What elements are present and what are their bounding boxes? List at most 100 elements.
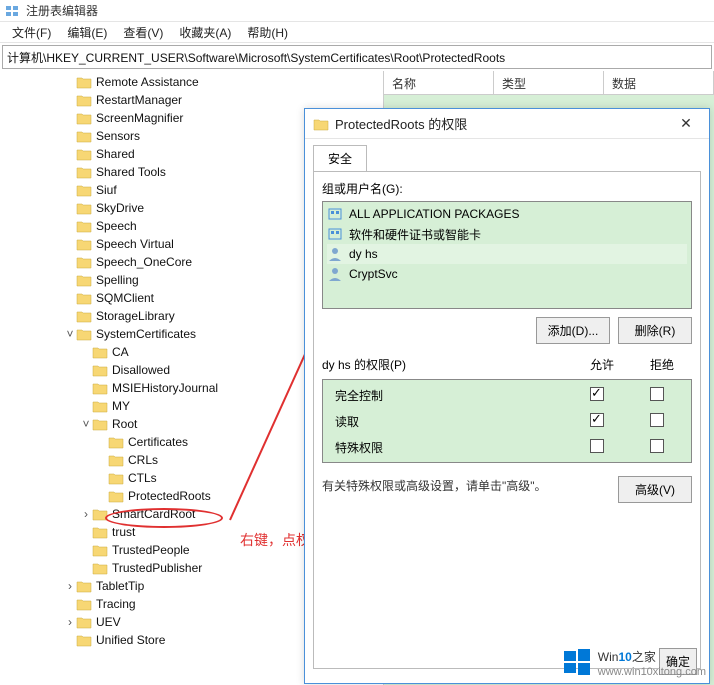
tree-label: SQMClient bbox=[96, 291, 154, 305]
tab-container: 安全 组或用户名(G): ALL APPLICATION PACKAGES 软件和… bbox=[313, 145, 701, 669]
tree-label: MSIEHistoryJournal bbox=[112, 381, 218, 395]
app-icon bbox=[4, 3, 20, 19]
perm-label-text: dy hs 的权限(P) bbox=[322, 356, 572, 373]
user-buttons: 添加(D)... 删除(R) bbox=[322, 317, 692, 344]
close-icon[interactable]: ✕ bbox=[671, 115, 701, 132]
tree-label: SystemCertificates bbox=[96, 327, 196, 341]
dialog-titlebar: ProtectedRoots 的权限 ✕ bbox=[305, 109, 709, 139]
tree-label: Remote Assistance bbox=[96, 75, 199, 89]
remove-button[interactable]: 删除(R) bbox=[618, 317, 692, 344]
deny-checkbox[interactable] bbox=[650, 439, 664, 453]
folder-icon bbox=[92, 543, 108, 557]
tab-security[interactable]: 安全 bbox=[313, 145, 367, 171]
expander-icon[interactable]: ˅ bbox=[80, 417, 92, 431]
add-button[interactable]: 添加(D)... bbox=[536, 317, 610, 344]
brand-text: Win10之家 bbox=[598, 645, 656, 665]
allow-checkbox[interactable] bbox=[590, 387, 604, 401]
tree-label: ProtectedRoots bbox=[128, 489, 211, 503]
menu-file[interactable]: 文件(F) bbox=[4, 22, 59, 43]
tree-label: RestartManager bbox=[96, 93, 182, 107]
tab-strip: 安全 bbox=[313, 145, 701, 171]
tree-label: Sensors bbox=[96, 129, 140, 143]
menu-view[interactable]: 查看(V) bbox=[115, 22, 171, 43]
tree-label: Speech bbox=[96, 219, 137, 233]
folder-icon bbox=[76, 291, 92, 305]
folder-icon bbox=[108, 453, 124, 467]
menu-edit[interactable]: 编辑(E) bbox=[59, 22, 115, 43]
tree-item-remote-assistance[interactable]: Remote Assistance bbox=[16, 73, 383, 91]
dialog-title-text: ProtectedRoots 的权限 bbox=[335, 114, 671, 133]
folder-icon bbox=[92, 363, 108, 377]
user-row[interactable]: ALL APPLICATION PACKAGES bbox=[327, 204, 687, 224]
deny-header: 拒绝 bbox=[632, 356, 692, 373]
list-header: 名称 类型 数据 bbox=[384, 71, 714, 95]
user-icon bbox=[327, 246, 343, 262]
tree-label: TrustedPublisher bbox=[112, 561, 202, 575]
title-bar: 注册表编辑器 bbox=[0, 0, 714, 22]
tree-label: MY bbox=[112, 399, 130, 413]
col-name[interactable]: 名称 bbox=[384, 71, 494, 94]
folder-icon bbox=[76, 201, 92, 215]
tree-label: Shared bbox=[96, 147, 135, 161]
folder-icon bbox=[92, 507, 108, 521]
folder-icon bbox=[76, 165, 92, 179]
deny-checkbox[interactable] bbox=[650, 387, 664, 401]
tree-label: Speech_OneCore bbox=[96, 255, 192, 269]
packages-icon bbox=[327, 206, 343, 222]
folder-icon bbox=[76, 129, 92, 143]
col-data[interactable]: 数据 bbox=[604, 71, 714, 94]
address-bar[interactable]: 计算机\HKEY_CURRENT_USER\Software\Microsoft… bbox=[2, 45, 712, 69]
tab-body: 组或用户名(G): ALL APPLICATION PACKAGES 软件和硬件证… bbox=[313, 171, 701, 669]
folder-icon bbox=[76, 111, 92, 125]
menu-favorites[interactable]: 收藏夹(A) bbox=[171, 22, 239, 43]
folder-icon bbox=[76, 237, 92, 251]
folder-icon bbox=[92, 381, 108, 395]
col-type[interactable]: 类型 bbox=[494, 71, 604, 94]
user-label: ALL APPLICATION PACKAGES bbox=[349, 207, 520, 221]
expander-icon[interactable]: › bbox=[80, 507, 92, 521]
folder-icon bbox=[76, 147, 92, 161]
expander-icon[interactable]: ˅ bbox=[64, 327, 76, 341]
watermark: Win10之家 www.win10xitong.com bbox=[562, 645, 706, 678]
group-label: 组或用户名(G): bbox=[322, 180, 692, 197]
tree-label: Tracing bbox=[96, 597, 136, 611]
tree-label: SkyDrive bbox=[96, 201, 144, 215]
folder-icon bbox=[76, 75, 92, 89]
tree-label: TabletTip bbox=[96, 579, 144, 593]
tree-item-restartmanager[interactable]: RestartManager bbox=[16, 91, 383, 109]
allow-header: 允许 bbox=[572, 356, 632, 373]
allow-checkbox[interactable] bbox=[590, 439, 604, 453]
permission-name: 特殊权限 bbox=[327, 439, 567, 456]
tree-label: CTLs bbox=[128, 471, 157, 485]
folder-icon bbox=[108, 489, 124, 503]
allow-checkbox[interactable] bbox=[590, 413, 604, 427]
expander-icon[interactable]: › bbox=[64, 615, 76, 629]
folder-icon bbox=[108, 435, 124, 449]
advanced-button[interactable]: 高级(V) bbox=[618, 476, 692, 503]
menu-help[interactable]: 帮助(H) bbox=[239, 22, 296, 43]
folder-icon bbox=[76, 615, 92, 629]
user-row[interactable]: dy hs bbox=[327, 244, 687, 264]
user-row[interactable]: 软件和硬件证书或智能卡 bbox=[327, 224, 687, 244]
expander-icon[interactable]: › bbox=[64, 579, 76, 593]
tree-label: Siuf bbox=[96, 183, 117, 197]
folder-icon bbox=[92, 399, 108, 413]
folder-icon bbox=[92, 525, 108, 539]
folder-icon bbox=[76, 273, 92, 287]
menu-bar: 文件(F) 编辑(E) 查看(V) 收藏夹(A) 帮助(H) bbox=[0, 22, 714, 43]
folder-icon bbox=[76, 183, 92, 197]
tree-label: ScreenMagnifier bbox=[96, 111, 183, 125]
folder-icon bbox=[76, 327, 92, 341]
tree-label: Disallowed bbox=[112, 363, 170, 377]
users-listbox[interactable]: ALL APPLICATION PACKAGES 软件和硬件证书或智能卡dy hs… bbox=[322, 201, 692, 309]
tree-label: StorageLibrary bbox=[96, 309, 175, 323]
user-row[interactable]: CryptSvc bbox=[327, 264, 687, 284]
brand-url: www.win10xitong.com bbox=[598, 666, 706, 678]
folder-icon bbox=[92, 561, 108, 575]
folder-icon bbox=[76, 579, 92, 593]
tree-label: Unified Store bbox=[96, 633, 165, 647]
folder-icon bbox=[76, 255, 92, 269]
deny-checkbox[interactable] bbox=[650, 413, 664, 427]
folder-icon bbox=[76, 93, 92, 107]
tree-label: trust bbox=[112, 525, 135, 539]
